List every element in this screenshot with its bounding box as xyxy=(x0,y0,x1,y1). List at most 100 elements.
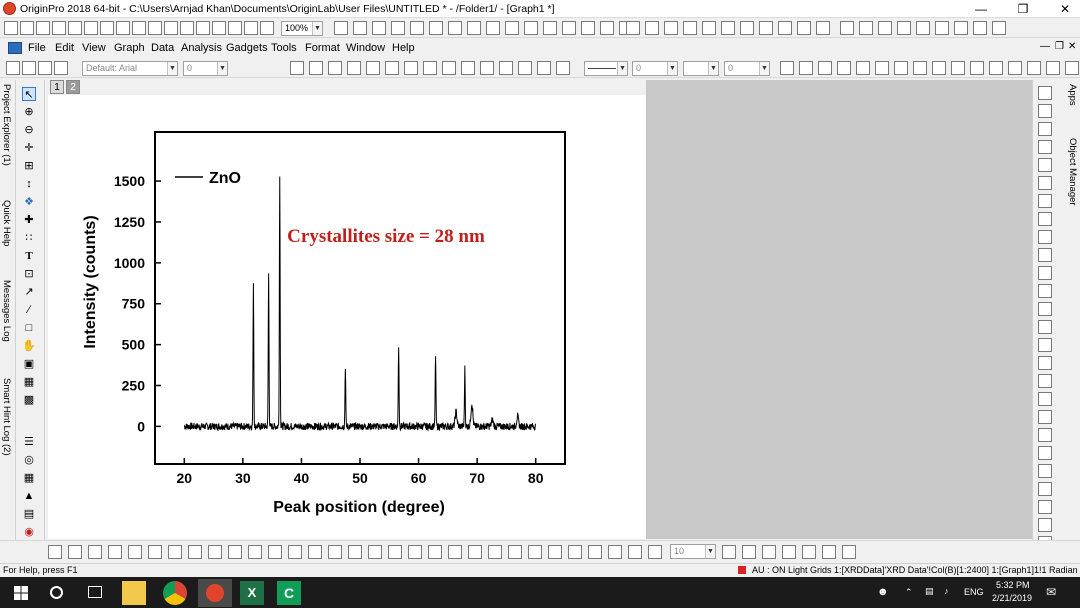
menu-tools[interactable]: Tools xyxy=(271,42,297,54)
standard-tool-15-icon[interactable] xyxy=(228,21,242,35)
format-tool-32-icon[interactable] xyxy=(1008,61,1022,75)
right-tool-19-icon[interactable] xyxy=(1038,410,1052,424)
graph-window-icon[interactable] xyxy=(8,42,22,54)
bottom-tool-9-icon[interactable] xyxy=(208,545,222,559)
mdi-minimize-button[interactable]: — xyxy=(1040,41,1050,52)
volume-icon[interactable]: ♪ xyxy=(944,586,949,596)
right-tool-16-icon[interactable] xyxy=(1038,356,1052,370)
format-tool-27-icon[interactable] xyxy=(913,61,927,75)
standard-tool-37-icon[interactable] xyxy=(683,21,697,35)
tray-chevron-icon[interactable]: ⌃ xyxy=(905,587,913,598)
menu-format[interactable]: Format xyxy=(305,42,340,54)
standard-tool-14-icon[interactable] xyxy=(212,21,226,35)
menu-analysis[interactable]: Analysis xyxy=(181,42,222,54)
standard-tool-11-icon[interactable] xyxy=(164,21,178,35)
standard-tool-6-icon[interactable] xyxy=(84,21,98,35)
hand-tool-icon[interactable]: ✋ xyxy=(22,339,36,353)
standard-tool-23-icon[interactable] xyxy=(429,21,443,35)
zoom-in-icon[interactable]: ⊕ xyxy=(22,105,36,119)
standard-tool-4-icon[interactable] xyxy=(52,21,66,35)
right-tool-9-icon[interactable] xyxy=(1038,230,1052,244)
standard-tool-42-icon[interactable] xyxy=(778,21,792,35)
people-icon[interactable]: ☻ xyxy=(877,586,889,598)
right-tool-3-icon[interactable] xyxy=(1038,122,1052,136)
standard-tool-44-icon[interactable] xyxy=(816,21,830,35)
bottom-tool-15-icon[interactable] xyxy=(328,545,342,559)
standard-tool-48-icon[interactable] xyxy=(897,21,911,35)
right-tool-18-icon[interactable] xyxy=(1038,392,1052,406)
bottom-tool-38-icon[interactable] xyxy=(842,545,856,559)
draw-data-icon[interactable]: ▩ xyxy=(22,393,36,407)
format-tool-12-icon[interactable] xyxy=(423,61,437,75)
standard-tool-25-icon[interactable] xyxy=(467,21,481,35)
standard-tool-31-icon[interactable] xyxy=(581,21,595,35)
standard-tool-3-icon[interactable] xyxy=(36,21,50,35)
right-tool-12-icon[interactable] xyxy=(1038,284,1052,298)
bottom-tool-23-icon[interactable] xyxy=(488,545,502,559)
standard-tool-51-icon[interactable] xyxy=(954,21,968,35)
format-tool-17-icon[interactable] xyxy=(518,61,532,75)
right-tool-7-icon[interactable] xyxy=(1038,194,1052,208)
standard-tool-10-icon[interactable] xyxy=(148,21,162,35)
standard-tool-40-icon[interactable] xyxy=(740,21,754,35)
menu-edit[interactable]: Edit xyxy=(55,42,74,54)
graph-reader-icon[interactable]: ⊡ xyxy=(22,267,36,281)
format-tool-31-icon[interactable] xyxy=(989,61,1003,75)
right-tool-2-icon[interactable] xyxy=(1038,104,1052,118)
lock-tool-icon[interactable]: ▲ xyxy=(22,489,36,503)
standard-tool-21-icon[interactable] xyxy=(391,21,405,35)
zoom-out-icon[interactable]: ⊖ xyxy=(22,123,36,137)
chrome-icon[interactable] xyxy=(163,581,187,605)
bottom-tool-13-icon[interactable] xyxy=(288,545,302,559)
standard-tool-8-icon[interactable] xyxy=(116,21,130,35)
scale-vertical-icon[interactable]: ↕ xyxy=(22,177,36,191)
windows-start-icon[interactable] xyxy=(14,586,28,600)
format-tool-23-icon[interactable] xyxy=(837,61,851,75)
bottom-tool-6-icon[interactable] xyxy=(148,545,162,559)
line-tool-icon[interactable]: ∕ xyxy=(22,303,36,317)
data-selector-icon[interactable]: ∷ xyxy=(22,231,36,245)
format-tool-30-icon[interactable] xyxy=(970,61,984,75)
right-tool-5-icon[interactable] xyxy=(1038,158,1052,172)
format-tool-25-icon[interactable] xyxy=(875,61,889,75)
menu-file[interactable]: File xyxy=(28,42,46,54)
standard-tool-27-icon[interactable] xyxy=(505,21,519,35)
standard-tool-16-icon[interactable] xyxy=(244,21,258,35)
format-tool-33-icon[interactable] xyxy=(1027,61,1041,75)
standard-tool-39-icon[interactable] xyxy=(721,21,735,35)
right-tool-1-icon[interactable] xyxy=(1038,86,1052,100)
bottom-tool-36-icon[interactable] xyxy=(802,545,816,559)
layer-tab-1[interactable]: 1 xyxy=(50,80,64,94)
layer-tool-icon[interactable]: ☰ xyxy=(22,435,36,449)
standard-tool-41-icon[interactable] xyxy=(759,21,773,35)
bottom-tool-22-icon[interactable] xyxy=(468,545,482,559)
format-tool-8-icon[interactable] xyxy=(347,61,361,75)
table-tool-icon[interactable]: ▦ xyxy=(22,471,36,485)
right-tool-6-icon[interactable] xyxy=(1038,176,1052,190)
mdi-close-button[interactable]: ✕ xyxy=(1068,41,1076,52)
smart-hint-log-tab[interactable]: Smart Hint Log (2) xyxy=(1,378,12,456)
format-tool-21-icon[interactable] xyxy=(799,61,813,75)
format-tool-35-icon[interactable] xyxy=(1065,61,1079,75)
close-button[interactable]: ✕ xyxy=(1051,1,1079,17)
camtasia-icon[interactable]: C xyxy=(277,581,301,605)
right-tool-11-icon[interactable] xyxy=(1038,266,1052,280)
network-icon[interactable]: ▤ xyxy=(925,586,934,597)
right-tool-20-icon[interactable] xyxy=(1038,428,1052,442)
format-tool-3-icon[interactable] xyxy=(38,61,52,75)
task-view-icon[interactable] xyxy=(88,586,102,598)
format-tool-2-icon[interactable] xyxy=(22,61,36,75)
bottom-tool-3-icon[interactable] xyxy=(88,545,102,559)
line-width-combo[interactable]: 0 ▼ xyxy=(632,61,678,76)
rectangle-tool-icon[interactable]: □ xyxy=(22,321,36,335)
file-explorer-icon[interactable] xyxy=(122,581,146,605)
standard-tool-46-icon[interactable] xyxy=(859,21,873,35)
mdi-restore-button[interactable]: ❐ xyxy=(1055,41,1064,52)
standard-tool-26-icon[interactable] xyxy=(486,21,500,35)
right-tool-8-icon[interactable] xyxy=(1038,212,1052,226)
standard-tool-20-icon[interactable] xyxy=(372,21,386,35)
format-tool-13-icon[interactable] xyxy=(442,61,456,75)
standard-tool-43-icon[interactable] xyxy=(797,21,811,35)
format-tool-1-icon[interactable] xyxy=(6,61,20,75)
notification-icon[interactable]: ✉ xyxy=(1046,585,1056,599)
